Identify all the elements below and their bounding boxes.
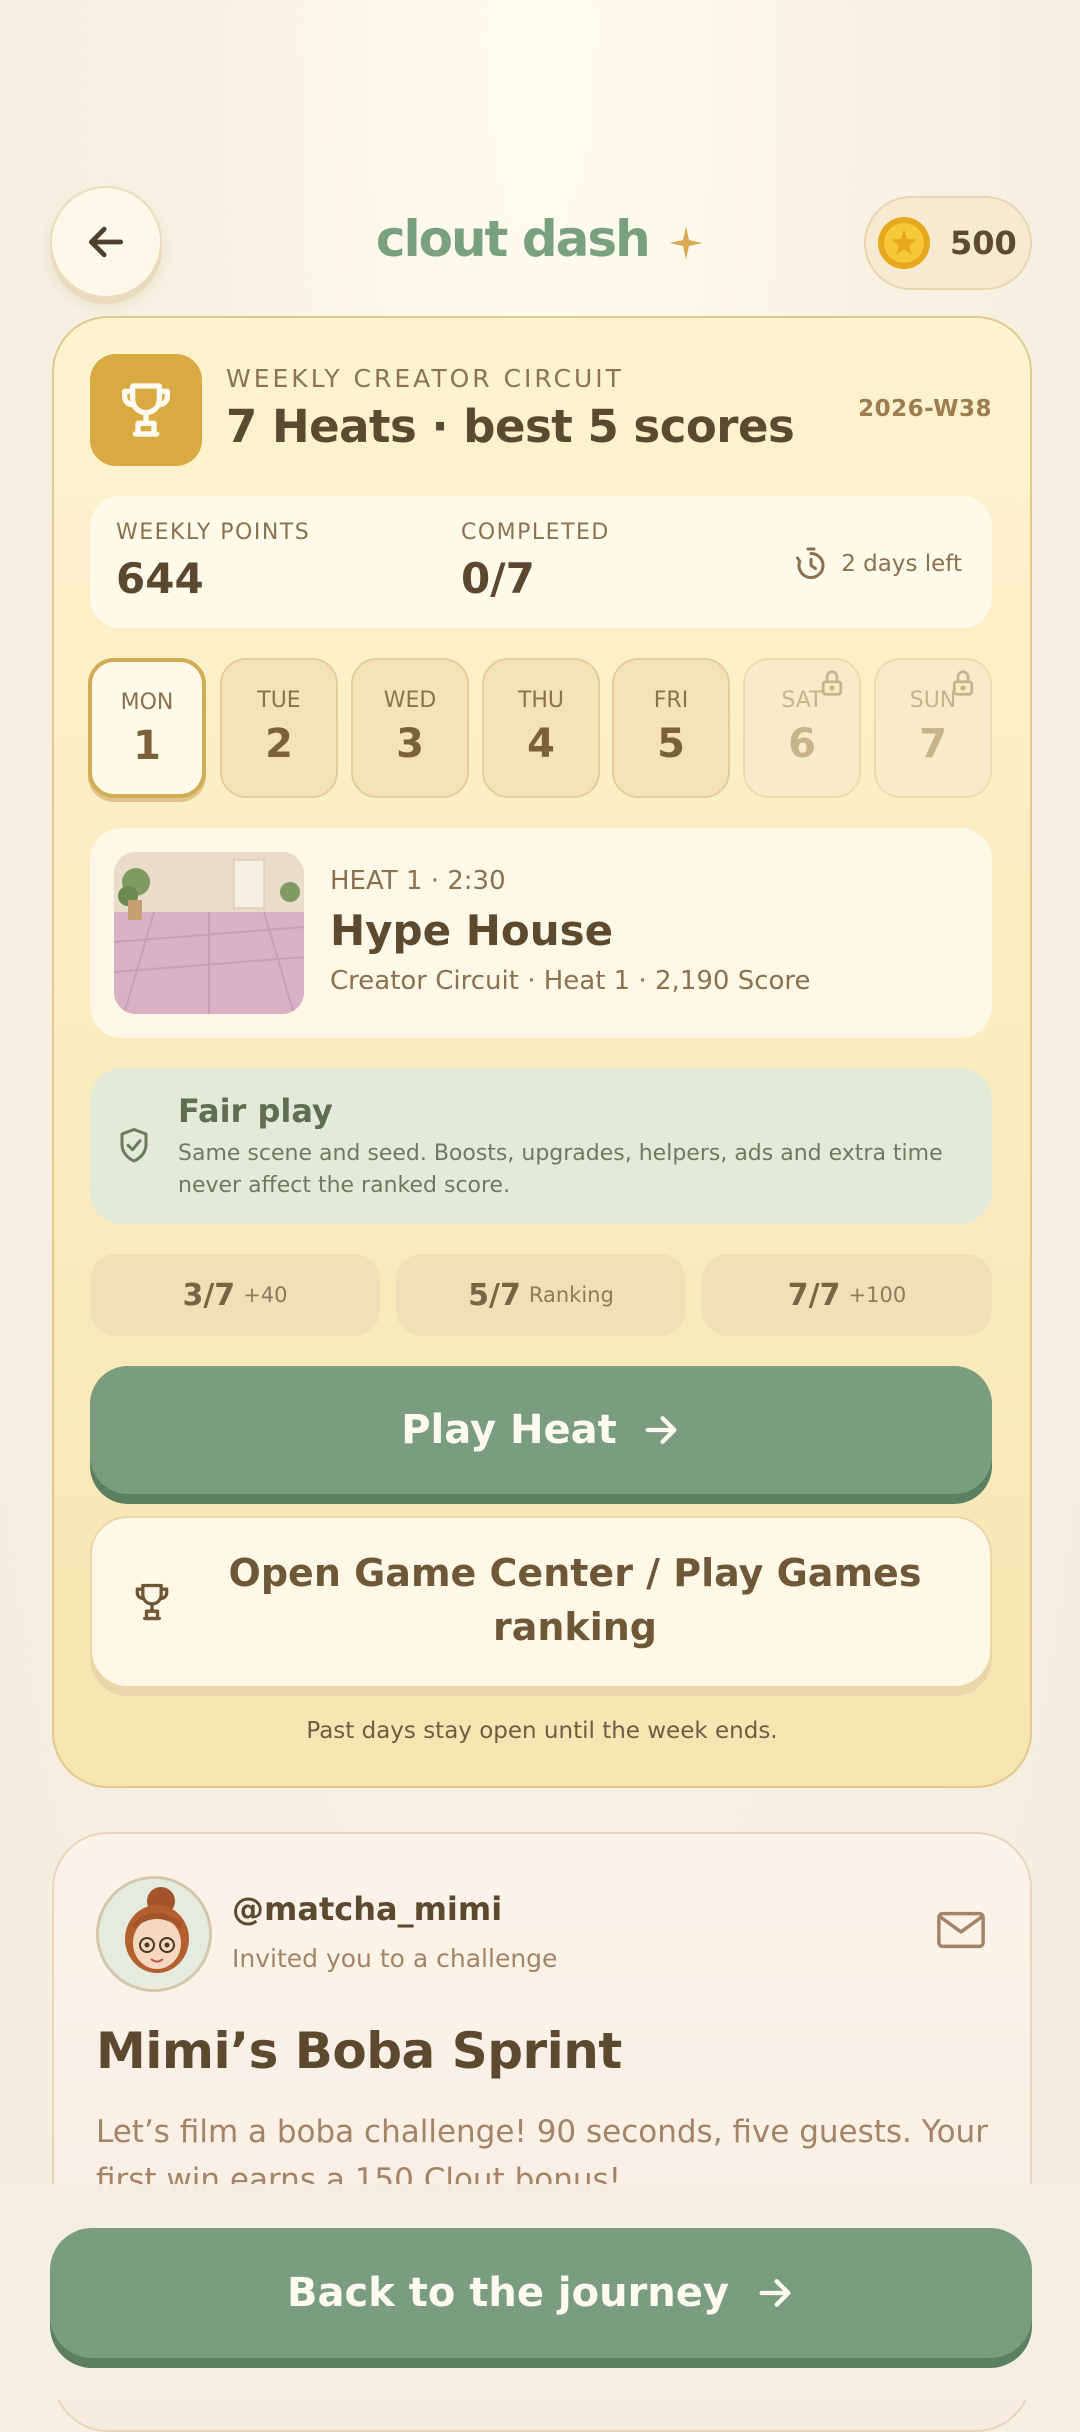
day-number: 1: [133, 723, 161, 769]
day-name: MON: [120, 690, 174, 715]
play-heat-label: Play Heat: [401, 1407, 617, 1453]
coin-balance[interactable]: 500: [864, 196, 1032, 290]
fair-play-text: Same scene and seed. Boosts, upgrades, h…: [178, 1141, 943, 1198]
avatar: [96, 1876, 212, 1992]
day-fri[interactable]: FRI 5: [612, 658, 730, 798]
heat-subtitle: Creator Circuit · Heat 1 · 2,190 Score: [330, 966, 811, 996]
coin-icon: [878, 217, 930, 269]
day-tue[interactable]: TUE 2: [220, 658, 338, 798]
day-wed[interactable]: WED 3: [351, 658, 469, 798]
arrow-right-icon: [645, 1416, 677, 1444]
completed-label: COMPLETED: [461, 520, 610, 545]
day-name: FRI: [653, 688, 689, 713]
invite-subtitle: Invited you to a challenge: [232, 1944, 558, 1973]
milestone-7: 7/7 +100: [702, 1254, 992, 1336]
day-mon[interactable]: MON 1: [88, 658, 206, 798]
heat-kicker: HEAT 1 · 2:30: [330, 866, 506, 896]
past-days-note: Past days stay open until the week ends.: [306, 1718, 778, 1744]
lock-icon: [821, 670, 843, 696]
days-left-text: 2 days left: [841, 551, 962, 577]
day-number: 4: [527, 721, 555, 767]
day-number: 6: [788, 721, 816, 767]
day-number: 3: [396, 721, 424, 767]
completed-value: 0/7: [461, 554, 535, 603]
weekly-points-label: WEEKLY POINTS: [116, 520, 311, 545]
coin-count: 500: [950, 224, 1017, 262]
day-sun[interactable]: SUN 7: [874, 658, 992, 798]
inviter-handle: @matcha_mimi: [232, 1890, 503, 1928]
milestone-value: 7/7: [787, 1277, 841, 1313]
mail-icon[interactable]: [936, 1910, 986, 1950]
milestone-value: 5/7: [468, 1277, 521, 1313]
day-name: WED: [383, 688, 437, 713]
day-name: TUE: [257, 688, 301, 713]
room-scene-image: [114, 852, 304, 1014]
week-code: 2026-W38: [858, 396, 992, 422]
day-sat[interactable]: SAT 6: [743, 658, 861, 798]
game-center-label: Open Game Center / Play Games ranking: [228, 1551, 922, 1649]
trophy-icon: [135, 1583, 169, 1621]
milestone-5: 5/7 Ranking: [396, 1254, 686, 1336]
time-remaining: 2 days left: [793, 546, 962, 582]
play-heat-button[interactable]: Play Heat: [90, 1366, 992, 1494]
trophy-icon: [122, 383, 170, 437]
milestone-3: 3/7 +40: [90, 1254, 380, 1336]
logo-text: clout dash: [375, 210, 651, 268]
shield-check-icon: [120, 1128, 148, 1163]
milestone-label: +100: [848, 1283, 907, 1307]
milestone-label: Ranking: [528, 1283, 614, 1307]
heat-thumbnail: [114, 852, 304, 1014]
milestone-value: 3/7: [182, 1277, 236, 1313]
day-number: 5: [657, 721, 685, 767]
trophy-badge: [90, 354, 202, 466]
circuit-kicker: WEEKLY CREATOR CIRCUIT: [226, 364, 624, 393]
sparkle-icon: [669, 226, 703, 259]
lock-icon: [952, 670, 974, 696]
arrow-right-icon: [759, 2279, 791, 2307]
day-name: THU: [517, 688, 565, 713]
timer-icon: [796, 547, 825, 579]
circuit-title: 7 Heats · best 5 scores: [226, 400, 795, 453]
day-thu[interactable]: THU 4: [482, 658, 600, 798]
fair-play-title: Fair play: [178, 1092, 333, 1130]
back-to-journey-button[interactable]: Back to the journey: [50, 2228, 1032, 2358]
day-number: 2: [265, 721, 293, 767]
weekly-points-value: 644: [116, 554, 204, 603]
invite-title: Mimi’s Boba Sprint: [96, 2022, 622, 2080]
journey-button-label: Back to the journey: [287, 2270, 729, 2316]
heat-title: Hype House: [330, 906, 614, 955]
day-number: 7: [919, 721, 947, 767]
milestone-label: +40: [243, 1283, 288, 1307]
